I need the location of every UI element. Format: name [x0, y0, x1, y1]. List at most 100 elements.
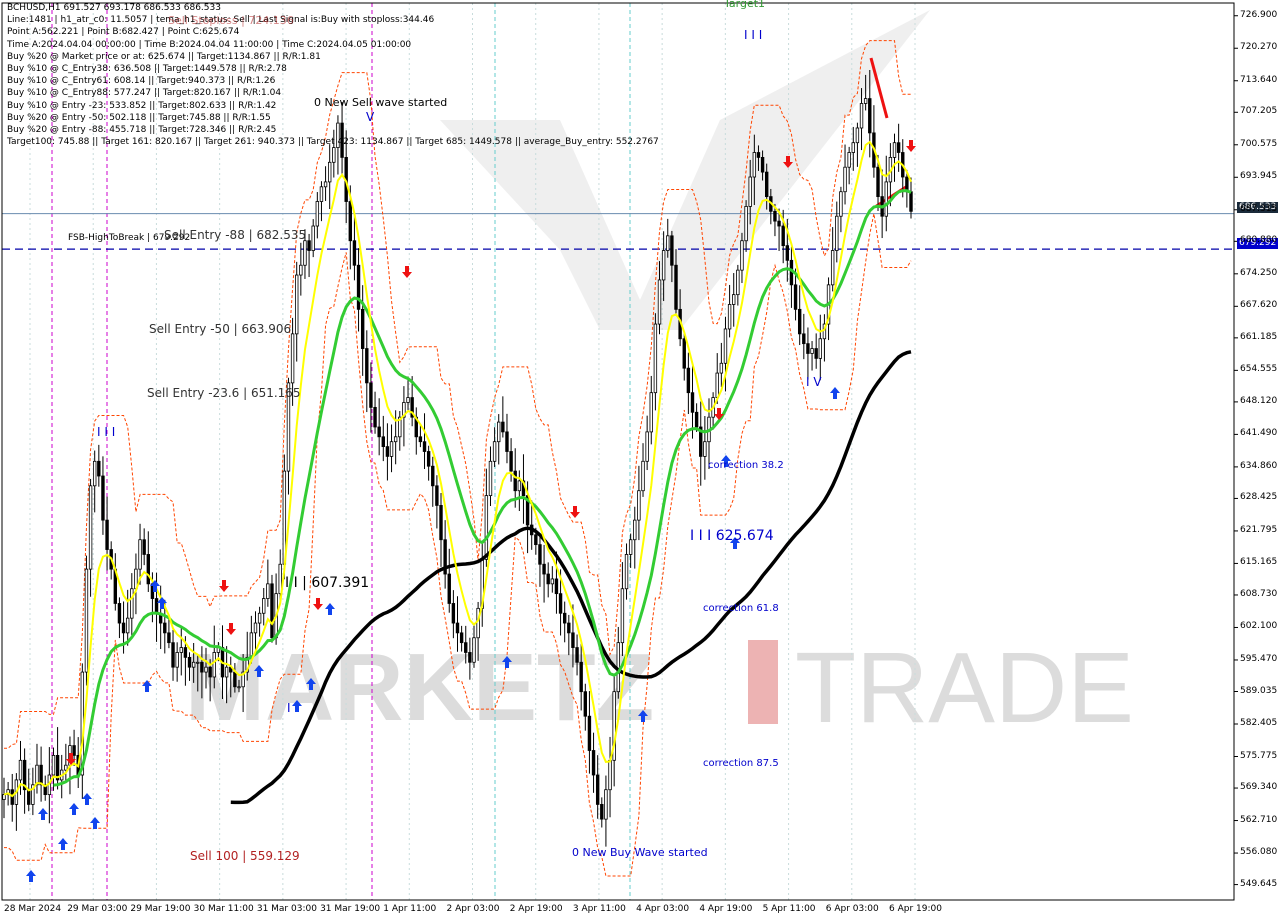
candle-body — [554, 578, 559, 595]
candle-body — [484, 495, 489, 560]
price-tick-label: 641.490 — [1240, 428, 1278, 439]
candle-body — [393, 436, 398, 443]
candle-body — [451, 603, 456, 624]
sell-stoploss-fragment: Sell Stoploss | 724.136 — [168, 14, 294, 27]
candle-body — [88, 485, 93, 570]
wave-i-label: I — [287, 701, 291, 715]
candle-body — [332, 147, 336, 163]
candle-body — [637, 490, 641, 521]
sell-entry-88-label: Sell Entry -88 | 682.535 — [164, 228, 307, 242]
candle-body — [72, 745, 76, 756]
candle-body — [653, 323, 658, 394]
info-line: Buy %20 @ Entry -50: 502.118 || Target:7… — [7, 112, 271, 123]
candle-body — [740, 240, 744, 271]
candle-body — [797, 308, 802, 335]
candle-body — [200, 661, 204, 673]
candle-body — [884, 181, 888, 217]
time-tick-label: 4 Apr 03:00 — [636, 904, 690, 914]
candle-body — [237, 686, 241, 689]
time-tick-label: 31 Mar 19:00 — [320, 904, 381, 914]
candle-body — [839, 191, 843, 217]
candle-body — [187, 656, 192, 668]
candle-body — [744, 206, 748, 242]
candle-body — [307, 240, 311, 251]
wave-iv-label: I V — [806, 375, 822, 389]
candle-body — [810, 348, 814, 354]
time-tick-label: 28 Mar 2024 — [4, 904, 62, 914]
sell-arrow-icon — [219, 580, 229, 592]
candle-body — [315, 201, 320, 227]
candle-body — [575, 647, 579, 663]
price-tick-label: 628.425 — [1240, 492, 1278, 503]
candle-body — [125, 617, 130, 634]
correction-61-label: correction 61.8 — [703, 603, 779, 614]
info-line: Buy %20 @ Entry -88: 455.718 || Target:7… — [7, 125, 277, 135]
price-tick-label: 674.250 — [1240, 267, 1278, 278]
candle-body — [793, 284, 798, 310]
candle-body — [657, 279, 662, 325]
candle-body — [154, 598, 159, 614]
candle-body — [497, 421, 501, 443]
candle-body — [464, 642, 468, 653]
sell-100-label: Sell 100 | 559.129 — [190, 849, 300, 863]
candle-body — [538, 544, 542, 565]
candle-body — [534, 534, 538, 546]
correction-38-label: correction 38.2 — [708, 460, 784, 471]
candle-body — [406, 397, 410, 403]
candle-body — [459, 632, 464, 644]
candle-body — [171, 642, 175, 668]
time-tick-label: 3 Apr 11:00 — [572, 904, 626, 914]
candle-body — [142, 539, 146, 555]
candle-body — [876, 166, 880, 198]
candle-body — [224, 666, 229, 678]
price-tick-label: 562.710 — [1240, 814, 1278, 825]
price-tick-label: 569.340 — [1240, 782, 1278, 793]
info-line: Time A:2024.04.04 00:00:00 | Time B:2024… — [7, 39, 412, 50]
chart-area[interactable]: MARKETZ TRADE BCHUSD,H1 691.527 693.178 … — [0, 0, 1280, 920]
candle-body — [748, 176, 752, 207]
candle-body — [670, 235, 674, 266]
candle-body — [51, 755, 56, 776]
candle-body — [604, 789, 608, 820]
candle-body — [175, 652, 179, 668]
time-tick-label: 5 Apr 11:00 — [762, 904, 816, 914]
sell-arrow-icon — [313, 598, 323, 610]
candle-body — [121, 622, 126, 634]
candle-body — [377, 426, 381, 438]
candle-body — [97, 460, 101, 477]
sell-arrow-icon — [402, 266, 412, 278]
candle-body — [732, 294, 736, 305]
candle-body — [892, 142, 897, 158]
candle-body — [295, 274, 299, 335]
candle-body — [773, 210, 777, 222]
candle-body — [909, 191, 913, 212]
info-line: Buy %10 @ C_Entry61: 608.14 || Target:94… — [7, 76, 276, 87]
candle-body — [39, 764, 43, 786]
sell-entry-23-label: Sell Entry -23.6 | 651.165 — [147, 386, 301, 400]
candle-body — [179, 647, 183, 653]
candle-body — [690, 392, 695, 413]
candle-body — [385, 446, 390, 457]
price-tick-label: 602.100 — [1240, 621, 1278, 632]
candle-body — [472, 637, 476, 663]
wave-v-label: V — [366, 110, 375, 124]
candle-body — [571, 632, 575, 648]
candle-body — [835, 215, 839, 251]
price-tick-label: 680.880 — [1240, 235, 1278, 246]
candle-body — [628, 539, 633, 555]
candle-body — [327, 161, 332, 183]
candle-body — [591, 750, 596, 776]
candle-body — [233, 671, 237, 688]
candle-body — [27, 789, 31, 805]
candle-body — [138, 539, 142, 570]
price-tick-label: 687.315 — [1240, 203, 1278, 214]
candle-body — [204, 666, 208, 673]
buy-arrow-icon — [82, 793, 92, 805]
candle-body — [146, 554, 150, 585]
sell-entry-50-label: Sell Entry -50 | 663.906 — [149, 322, 292, 336]
price-tick-label: 648.120 — [1240, 395, 1278, 406]
time-tick-label: 29 Mar 19:00 — [130, 904, 191, 914]
candle-body — [641, 460, 645, 492]
candle-body — [208, 666, 212, 678]
candle-body — [196, 661, 200, 664]
